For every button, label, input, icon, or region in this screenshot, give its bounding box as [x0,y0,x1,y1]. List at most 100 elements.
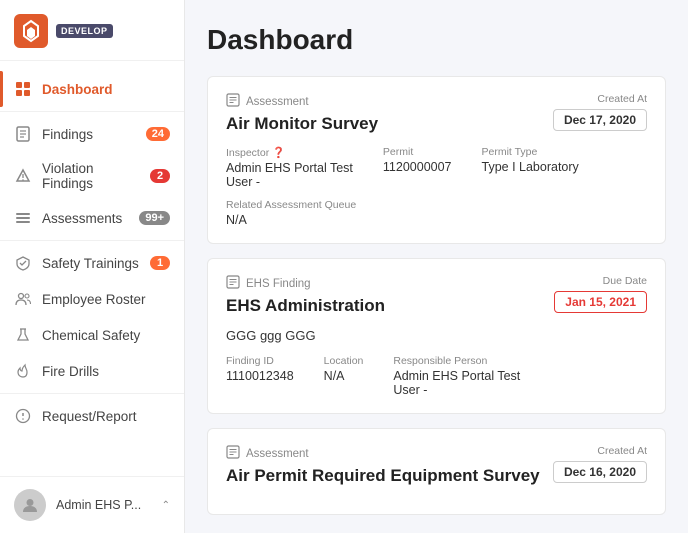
card1-field-permit: Permit 1120000007 [383,146,452,189]
sidebar-item-label-assessments: Assessments [42,211,129,226]
card2-location-value: N/A [324,369,364,383]
card3-date-block: Created At Dec 16, 2020 [553,445,647,483]
card2-finding-id-label: Finding ID [226,355,294,367]
findings-icon [14,125,32,143]
fire-drills-icon [14,362,32,380]
card1-queue-value: N/A [226,213,647,227]
card3-left: Assessment Air Permit Required Equipment… [226,445,540,498]
footer-username: Admin EHS P... [56,498,152,512]
sidebar-item-dashboard[interactable]: Dashboard [0,71,184,107]
card2-field-location: Location N/A [324,355,364,397]
card-air-monitor-survey: Assessment Air Monitor Survey Created At… [207,76,666,244]
sidebar-item-assessments[interactable]: Assessments 99+ [0,200,184,236]
card1-permit-value: 1120000007 [383,160,452,174]
card1-type-row: Assessment [226,93,378,110]
card2-date-block: Due Date Jan 15, 2021 [554,275,647,313]
violation-icon [14,167,32,185]
card2-responsible-label: Responsible Person [393,355,520,367]
safety-trainings-badge: 1 [150,256,170,270]
sidebar-item-label-employee-roster: Employee Roster [42,292,170,307]
card1-field-inspector: Inspector ❓ Admin EHS Portal TestUser - [226,146,353,189]
card1-date-label: Created At [597,93,647,105]
card1-permit-label: Permit [383,146,452,158]
card3-title: Air Permit Required Equipment Survey [226,466,540,486]
card2-description: GGG ggg GGG [226,328,647,343]
page-title: Dashboard [207,24,666,56]
sidebar-item-label-findings: Findings [42,127,136,142]
card1-extra-fields: Related Assessment Queue N/A [226,199,647,227]
card1-date-badge: Dec 17, 2020 [553,109,647,131]
card2-field-finding-id: Finding ID 1110012348 [226,355,294,397]
sidebar-item-label-dashboard: Dashboard [42,82,170,97]
card2-finding-id-value: 1110012348 [226,369,294,383]
sidebar-item-fire-drills[interactable]: Fire Drills [0,353,184,389]
card1-permit-type-value: Type I Laboratory [482,160,579,174]
main-content: Dashboard Assessment Air Monitor Surv [185,0,688,533]
sidebar-item-safety-trainings[interactable]: Safety Trainings 1 [0,245,184,281]
nav-divider-1 [0,111,184,112]
sidebar-item-label-request-report: Request/Report [42,409,170,424]
card2-header: EHS Finding EHS Administration Due Date … [226,275,647,328]
sidebar-item-violation-findings[interactable]: Violation Findings 2 [0,152,184,200]
chemical-safety-icon [14,326,32,344]
findings-badge: 24 [146,127,170,141]
violation-badge: 2 [150,169,170,183]
user-footer[interactable]: Admin EHS P... ⌃ [0,476,184,533]
assessment2-type-icon [226,445,240,462]
assessments-badge: 99+ [139,211,170,225]
card3-header: Assessment Air Permit Required Equipment… [226,445,647,498]
employee-roster-icon [14,290,32,308]
card-air-permit-survey: Assessment Air Permit Required Equipment… [207,428,666,515]
nav-divider-3 [0,393,184,394]
card3-date-badge: Dec 16, 2020 [553,461,647,483]
dev-badge: DEVELOP [56,24,113,38]
card2-type-label: EHS Finding [246,278,311,290]
card1-field-queue: Related Assessment Queue N/A [226,199,647,227]
avatar [14,489,46,521]
card3-date-label: Created At [597,445,647,457]
sidebar-item-chemical-safety[interactable]: Chemical Safety [0,317,184,353]
card2-date-label: Due Date [603,275,647,287]
sidebar-item-employee-roster[interactable]: Employee Roster [0,281,184,317]
chevron-up-icon: ⌃ [162,500,170,511]
assessment-type-icon [226,93,240,110]
card3-type-row: Assessment [226,445,540,462]
card2-title: EHS Administration [226,296,385,316]
card1-field-permit-type: Permit Type Type I Laboratory [482,146,579,189]
card1-type-label: Assessment [246,96,309,108]
dashboard-icon [14,80,32,98]
card1-inspector-label: Inspector ❓ [226,146,353,159]
sidebar: DEVELOP Dashboard [0,0,185,533]
card1-date-block: Created At Dec 17, 2020 [553,93,647,131]
card1-title: Air Monitor Survey [226,114,378,134]
sidebar-nav: Dashboard Findings 24 [0,61,184,476]
card2-field-responsible: Responsible Person Admin EHS Portal Test… [393,355,520,397]
card2-responsible-value: Admin EHS Portal TestUser - [393,369,520,397]
card2-fields: Finding ID 1110012348 Location N/A Respo… [226,355,647,397]
sidebar-item-label-safety-trainings: Safety Trainings [42,256,140,271]
card-ehs-administration: EHS Finding EHS Administration Due Date … [207,258,666,414]
request-report-icon [14,407,32,425]
card2-location-label: Location [324,355,364,367]
sidebar-item-findings[interactable]: Findings 24 [0,116,184,152]
ehs-finding-type-icon [226,275,240,292]
sidebar-item-label-fire-drills: Fire Drills [42,364,170,379]
card2-left: EHS Finding EHS Administration [226,275,385,328]
sidebar-item-label-chemical-safety: Chemical Safety [42,328,170,343]
card1-header: Assessment Air Monitor Survey Created At… [226,93,647,146]
card2-type-row: EHS Finding [226,275,385,292]
nav-divider-2 [0,240,184,241]
salute-logo-icon [14,14,48,48]
card1-fields: Inspector ❓ Admin EHS Portal TestUser - … [226,146,647,189]
card1-left: Assessment Air Monitor Survey [226,93,378,146]
card3-type-label: Assessment [246,448,309,460]
card1-inspector-value: Admin EHS Portal TestUser - [226,161,353,189]
sidebar-item-label-violation: Violation Findings [42,161,140,191]
sidebar-item-request-report[interactable]: Request/Report [0,398,184,434]
card2-date-badge: Jan 15, 2021 [554,291,647,313]
safety-trainings-icon [14,254,32,272]
logo-area: DEVELOP [0,0,184,61]
card1-queue-label: Related Assessment Queue [226,199,647,211]
assessments-icon [14,209,32,227]
card1-permit-type-label: Permit Type [482,146,579,158]
